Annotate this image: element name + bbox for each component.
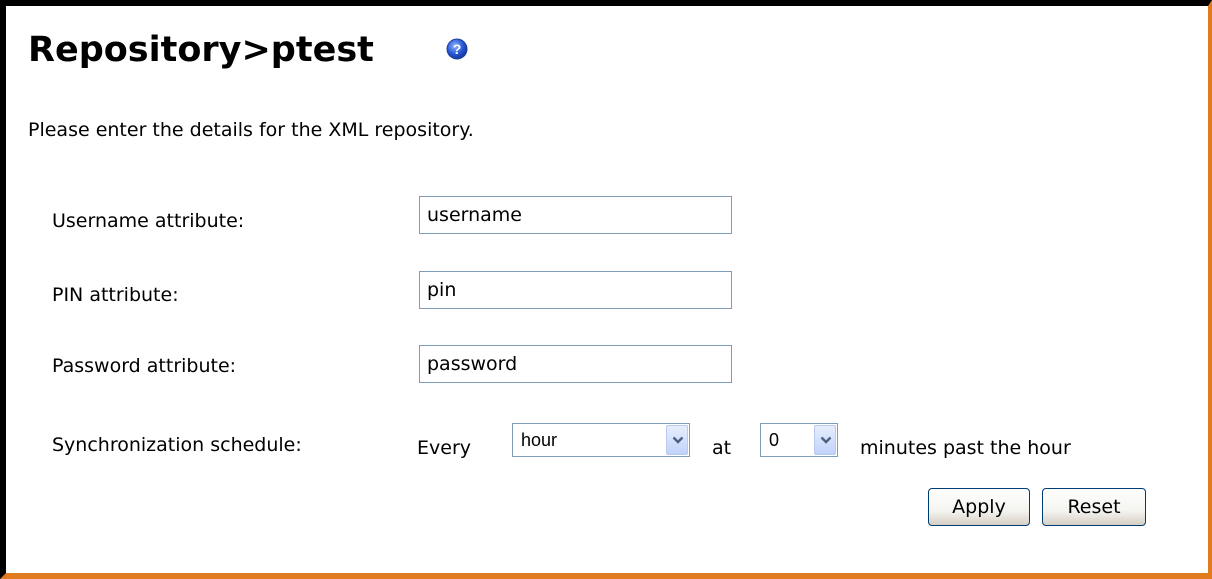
every-text: Every bbox=[417, 437, 471, 459]
reset-button[interactable]: Reset bbox=[1042, 488, 1146, 526]
chevron-down-icon[interactable] bbox=[814, 425, 836, 455]
minute-select[interactable]: 0 bbox=[760, 423, 838, 457]
minute-select-value: 0 bbox=[769, 430, 780, 450]
synchronization-schedule-label: Synchronization schedule: bbox=[52, 434, 302, 456]
svg-text:?: ? bbox=[453, 41, 462, 57]
interval-select-value: hour bbox=[521, 430, 558, 450]
at-text: at bbox=[712, 437, 732, 459]
apply-button[interactable]: Apply bbox=[928, 488, 1030, 526]
username-attribute-label: Username attribute: bbox=[52, 210, 245, 232]
interval-select[interactable]: hour bbox=[512, 423, 690, 457]
help-icon[interactable]: ? bbox=[446, 38, 468, 60]
minutes-past-hour-text: minutes past the hour bbox=[860, 437, 1071, 459]
pin-attribute-label: PIN attribute: bbox=[52, 284, 179, 306]
pin-attribute-input[interactable] bbox=[419, 271, 732, 309]
page-title: Repository>ptest bbox=[28, 30, 374, 70]
intro-text: Please enter the details for the XML rep… bbox=[28, 119, 474, 141]
password-attribute-input[interactable] bbox=[419, 345, 732, 383]
password-attribute-label: Password attribute: bbox=[52, 355, 237, 377]
chevron-down-icon[interactable] bbox=[666, 425, 688, 455]
username-attribute-input[interactable] bbox=[419, 196, 732, 234]
